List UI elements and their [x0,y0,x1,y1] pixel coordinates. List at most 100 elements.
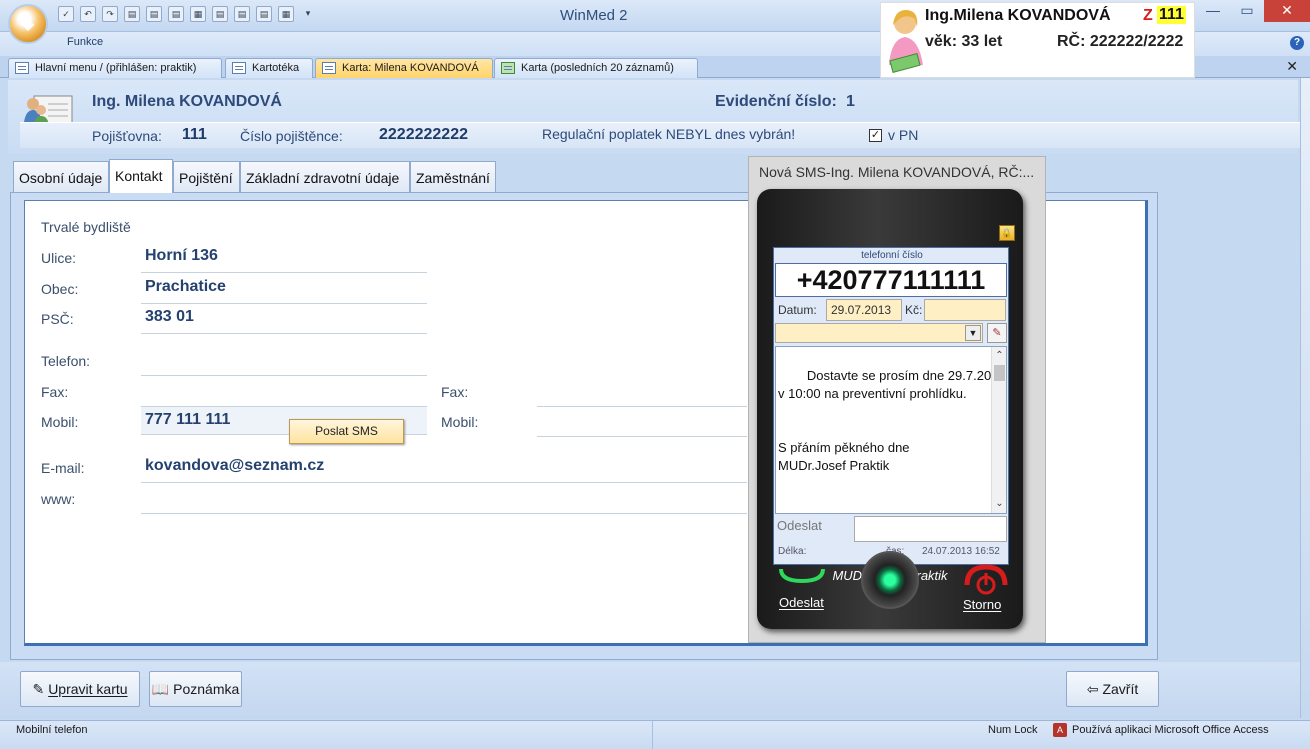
obec-label: Obec: [41,281,79,297]
email-field[interactable]: kovandova@seznam.cz [145,457,324,475]
tab-zamestnani[interactable]: Zaměstnání [410,161,496,192]
power-icon[interactable] [959,561,1013,601]
mobil2-field[interactable] [537,436,747,437]
www-field[interactable] [141,513,747,514]
divider [141,482,747,483]
regulacni-poplatek-text: Regulační poplatek NEBYL dnes vybrán! [542,126,796,142]
mobil-label: Mobil: [41,414,79,430]
mobil2-label: Mobil: [441,414,479,430]
kc-label: Kč: [905,303,923,317]
chevron-down-icon[interactable]: ▼ [965,325,981,341]
lock-icon[interactable]: 🔒 [999,225,1015,241]
sms-message-field[interactable]: Dostavte se prosím dne 29.7.2013 v 10:00… [775,346,1007,514]
close-tab-icon[interactable]: ✕ [1286,58,1298,75]
send-sms-button[interactable]: Poslat SMS [289,419,404,444]
undo-icon[interactable]: ↶ [80,6,96,22]
form-icon[interactable]: ▤ [168,6,184,22]
doc-tab-label: Hlavní menu / (přihlášen: praktik) [35,62,197,74]
telefon-field[interactable] [141,375,427,376]
form-icon[interactable]: ▤ [234,6,250,22]
doc-tab-label: Karta (posledních 20 záznamů) [521,62,674,74]
patient-card-name: Ing.Milena KOVANDOVÁ [925,7,1111,24]
cislo-pojistence-value: 2222222222 [379,126,468,143]
minimize-button[interactable]: — [1196,0,1230,22]
patient-name: Ing. Milena KOVANDOVÁ [92,93,282,110]
doc-tab-karta[interactable]: Karta: Milena KOVANDOVÁ [315,58,493,78]
fax2-label: Fax: [441,384,469,400]
edit-card-label: Upravit kartu [48,681,128,697]
chevron-down-icon[interactable]: ⌄ [992,495,1007,513]
tab-pojisteni[interactable]: Pojištění [173,161,240,192]
status-text: Mobilní telefon [16,724,88,736]
window-controls: — ▭ ✕ [1196,0,1310,22]
form-icon[interactable]: ▤ [256,6,272,22]
ulice-field[interactable]: Horní 136 [145,247,218,265]
message-scrollbar[interactable]: ⌃ ⌄ [991,347,1006,513]
status-divider [652,721,653,749]
fax2-field[interactable] [537,406,747,407]
odeslat-label: Odeslat [777,518,822,533]
form-icon[interactable]: ▤ [124,6,140,22]
tel-label: telefonní číslo [861,250,923,261]
form-icon[interactable]: ▤ [146,6,162,22]
doc-tab-kartoteka[interactable]: Kartotéka [225,58,313,78]
tab-kontakt[interactable]: Kontakt [109,159,173,193]
form-icon[interactable]: ▤ [212,6,228,22]
check-icon[interactable]: ✓ [58,6,74,22]
doc-tab-main-menu[interactable]: Hlavní menu / (přihlášen: praktik) [8,58,222,78]
close-form-button[interactable]: ⇦ Zavřít [1066,671,1159,707]
pn-checkbox[interactable]: ✓ [869,129,882,142]
delka-label: Délka: [778,546,807,557]
form-icon [15,62,29,74]
help-icon[interactable]: ? [1290,36,1304,50]
phone-center-button[interactable] [861,551,919,609]
edit-card-button[interactable]: ✎ Upravit kartu [20,671,140,707]
sms-window-title: Nová SMS-Ing. Milena KOVANDOVÁ, RČ:... [759,164,1035,180]
divider [141,272,427,273]
ulice-label: Ulice: [41,250,77,266]
edit-template-icon[interactable]: ✎ [987,323,1007,343]
note-label: Poznámka [173,681,240,697]
status-bar: Mobilní telefon Num Lock A Používá aplik… [0,720,1310,749]
exit-icon: ⇦ [1086,680,1099,697]
patient-card-z-value: 111 [1157,6,1186,24]
ribbon-tab-funkce[interactable]: Funkce [67,36,103,48]
table-icon[interactable]: ▦ [278,6,294,22]
cancel-sms-label[interactable]: Storno [963,597,1001,612]
psc-field[interactable]: 383 01 [145,308,194,326]
pojistovna-value: 111 [182,126,207,143]
section-trvale-bydliste: Trvalé bydliště [41,219,131,235]
email-label: E-mail: [41,460,85,476]
office-button[interactable]: ◆ [8,4,48,44]
fax-label: Fax: [41,384,69,400]
tel-number-field[interactable]: +420777111111 [775,263,1007,297]
pencil-icon: ✎ [32,680,45,697]
patient-card-rc: RČ: 222222/2222 [1057,33,1184,50]
doc-tab-karta-20[interactable]: Karta (posledních 20 záznamů) [494,58,698,78]
scroll-thumb[interactable] [994,365,1005,381]
maximize-button[interactable]: ▭ [1230,0,1264,22]
www-label: www: [41,491,76,507]
send-sms-label[interactable]: Odeslat [779,595,824,610]
tab-osobni-udaje[interactable]: Osobní údaje [13,161,109,192]
template-select[interactable]: ▼ [775,323,983,343]
evid-value: 1 [846,93,855,110]
note-button[interactable]: 📖 Poznámka [149,671,242,707]
chevron-up-icon[interactable]: ⌃ [992,347,1007,365]
vertical-scrollbar[interactable] [1300,78,1310,718]
table-icon[interactable]: ▦ [190,6,206,22]
dropdown-arrow-icon[interactable]: ▾ [300,6,316,22]
obec-field[interactable]: Prachatice [145,278,226,296]
psc-label: PSČ: [41,311,74,327]
kc-field[interactable] [924,299,1006,321]
close-button[interactable]: ✕ [1264,0,1310,22]
datum-field[interactable]: 29.07.2013 [826,299,902,321]
doc-tab-label: Karta: Milena KOVANDOVÁ [342,62,479,74]
patient-info-card: Ing.Milena KOVANDOVÁ Z 111 věk: 33 let R… [880,2,1195,78]
divider [141,303,427,304]
odeslat-field[interactable] [854,516,1007,542]
form-icon [322,62,336,74]
tab-zakladni-zdravotni-udaje[interactable]: Základní zdravotní údaje [240,161,410,192]
redo-icon[interactable]: ↷ [102,6,118,22]
app-status: Používá aplikaci Microsoft Office Access [1072,724,1269,736]
